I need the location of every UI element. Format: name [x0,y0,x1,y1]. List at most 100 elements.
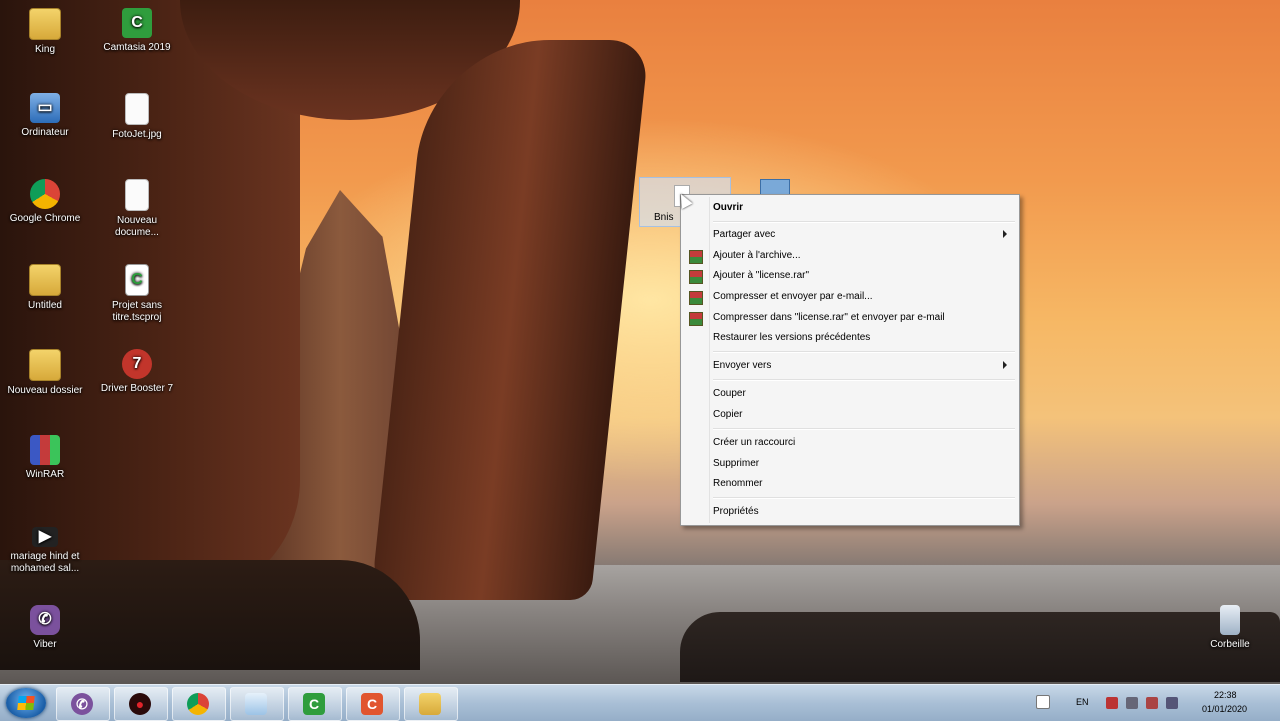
menu-separator [713,379,1015,381]
taskbar-camtasia-recorder[interactable]: C [346,687,400,721]
menu-item-ajouter-archive[interactable]: Ajouter à l'archive... [683,246,1015,266]
taskbar-chrome[interactable] [172,687,226,721]
menu-item-ouvrir[interactable]: Ouvrir [683,198,1015,218]
document-icon [125,179,149,211]
menu-item-label: Envoyer vers [713,360,772,371]
menu-separator [713,428,1015,430]
taskbar-recorder[interactable]: ● [114,687,168,721]
partially-hidden-icon[interactable] [760,179,790,195]
volume-icon[interactable] [1126,697,1138,709]
winrar-icon [689,250,703,264]
winrar-icon [689,291,703,305]
menu-separator [713,497,1015,499]
menu-item-label: Partager avec [713,229,776,240]
menu-item-label: Compresser et envoyer par e-mail... [713,291,873,302]
desktop-icon-king[interactable]: King [5,8,85,56]
desktop-icon-label: King [34,44,55,55]
desktop-icon-label: Nouveau docume... [115,215,159,238]
start-button[interactable] [6,688,46,718]
menu-item-label: Créer un raccourci [713,437,796,448]
folder-icon [29,264,61,296]
desktop-icon-label: Camtasia 2019 [103,42,171,53]
desktop-icon-nouveau-dossier[interactable]: Nouveau dossier [5,349,85,397]
menu-item-label: Propriétés [713,506,759,517]
menu-item-label: Ajouter à "license.rar" [713,270,810,281]
video-file-icon: ▶ [32,527,58,547]
desktop-icon-label: Viber [33,639,57,650]
clock-time[interactable]: 22:38 [1214,690,1237,700]
menu-item-restaurer-versions[interactable]: Restaurer les versions précédentes [683,328,1015,348]
chrome-icon [30,179,60,209]
menu-item-label: Ouvrir [713,202,744,213]
desktop-icon-winrar[interactable]: WinRAR [5,435,85,481]
desktop-icon-video[interactable]: ▶ mariage hind et mohamed sal... [5,527,85,575]
desktop-icon-projet[interactable]: C Projet sans titre.tscproj [97,264,177,324]
taskbar-app[interactable] [230,687,284,721]
windows-logo-icon [17,696,35,710]
desktop-icon-driver-booster[interactable]: 7 Driver Booster 7 [97,349,177,395]
menu-item-proprietes[interactable]: Propriétés [683,502,1015,522]
computer-icon: ▭ [30,93,60,123]
menu-item-partager-avec[interactable]: Partager avec [683,225,1015,245]
menu-item-label: Ajouter à l'archive... [713,250,801,261]
desktop-icon-fotojet[interactable]: FotoJet.jpg [97,93,177,141]
app-window-icon [245,693,267,715]
desktop-icon-label: Google Chrome [9,213,81,224]
desktop-icon-viber[interactable]: ✆ Viber [5,605,85,651]
pen-icon[interactable] [1036,695,1050,709]
system-tray: EN 22:38 01/01/2020 [1030,685,1280,721]
submenu-arrow-icon [1003,230,1007,238]
menu-item-supprimer[interactable]: Supprimer [683,454,1015,474]
camtasia-icon: C [303,693,325,715]
menu-item-couper[interactable]: Couper [683,384,1015,404]
desktop-icon-untitled[interactable]: Untitled [5,264,85,312]
folder-icon [419,693,441,715]
menu-item-renommer[interactable]: Renommer [683,474,1015,494]
winrar-icon [689,312,703,326]
menu-item-label: Compresser dans "license.rar" et envoyer… [713,312,945,323]
menu-item-label: Supprimer [713,458,760,469]
taskbar-camtasia[interactable]: C [288,687,342,721]
clock-date[interactable]: 01/01/2020 [1202,704,1247,714]
menu-item-label: Copier [713,409,743,420]
submenu-arrow-icon [1003,361,1007,369]
taskbar-explorer[interactable] [404,687,458,721]
desktop-icon-label: Projet sans titre.tscproj [111,300,163,323]
menu-item-ajouter-license-rar[interactable]: Ajouter à "license.rar" [683,266,1015,286]
menu-item-envoyer-vers[interactable]: Envoyer vers [683,356,1015,376]
desktop-icon-label: Corbeille [1210,639,1250,650]
selected-file-label: Bnis [654,212,674,223]
menu-item-label: Restaurer les versions précédentes [713,332,871,343]
desktop-icon-nouveau-document[interactable]: Nouveau docume... [97,179,177,239]
context-menu: Ouvrir Partager avec Ajouter à l'archive… [680,194,1020,526]
cliff-arch-right [370,40,650,600]
desktop-icon-label: WinRAR [25,469,65,480]
camtasia-recorder-icon: C [361,693,383,715]
menu-item-label: Couper [713,388,746,399]
desktop-icon-label: Driver Booster 7 [100,383,174,394]
image-file-icon [125,93,149,125]
menu-item-label: Renommer [713,478,763,489]
taskbar-viber[interactable]: ✆ [56,687,110,721]
menu-item-compresser-envoyer[interactable]: Compresser et envoyer par e-mail... [683,287,1015,307]
desktop-icon-chrome[interactable]: Google Chrome [5,179,85,225]
menu-item-compresser-license-envoyer[interactable]: Compresser dans "license.rar" et envoyer… [683,308,1015,328]
desktop-icon-ordinateur[interactable]: ▭ Ordinateur [5,93,85,139]
signal-icon[interactable] [1166,697,1178,709]
menu-item-creer-raccourci[interactable]: Créer un raccourci [683,433,1015,453]
record-icon: ● [129,693,151,715]
network-icon[interactable] [1106,697,1118,709]
desktop-icon-label: Ordinateur [21,127,69,138]
chrome-icon [187,693,209,715]
desktop-icon-corbeille[interactable]: Corbeille [1190,605,1270,651]
driver-booster-icon: 7 [122,349,152,379]
desktop-icon-label: mariage hind et mohamed sal... [10,551,80,574]
viber-icon: ✆ [71,693,93,715]
winrar-icon [30,435,60,465]
menu-separator [713,221,1015,223]
desktop-icon-camtasia[interactable]: C Camtasia 2019 [97,8,177,54]
language-indicator[interactable]: EN [1076,697,1089,707]
flag-icon[interactable] [1146,697,1158,709]
menu-item-copier[interactable]: Copier [683,405,1015,425]
folder-icon [29,8,61,40]
